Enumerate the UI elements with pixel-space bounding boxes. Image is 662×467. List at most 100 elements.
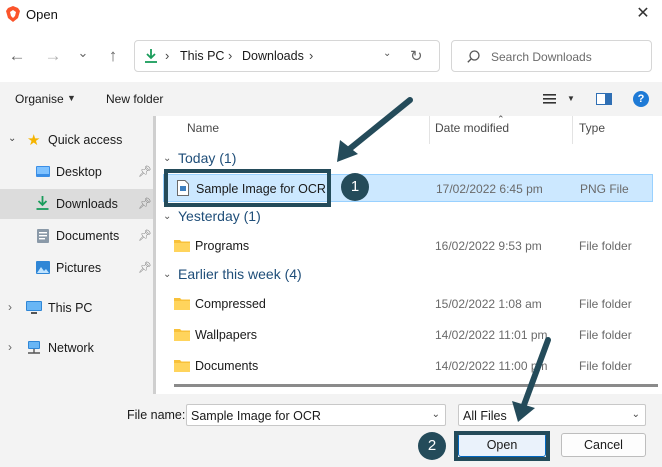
- recent-locations-chevron-icon[interactable]: ⌄: [72, 42, 94, 64]
- toolbar: Organise ▼ New folder ▼ ?: [0, 82, 662, 116]
- address-bar[interactable]: › This PC › Downloads › ⌄ ↻: [134, 40, 440, 72]
- forward-arrow-icon[interactable]: →: [42, 45, 64, 67]
- step-badge-1: 1: [341, 173, 369, 201]
- file-type: File folder: [579, 359, 632, 373]
- breadcrumb-this-pc[interactable]: This PC: [180, 49, 224, 63]
- preview-pane-icon[interactable]: [596, 93, 612, 105]
- search-placeholder: Search Downloads: [491, 50, 592, 64]
- file-name-label: File name:: [127, 408, 186, 422]
- column-divider[interactable]: [572, 116, 573, 144]
- breadcrumb-separator: ›: [228, 48, 233, 63]
- table-row[interactable]: Documents 14/02/2022 11:00 pm File folde…: [163, 352, 653, 380]
- chevron-down-icon[interactable]: ⌄: [163, 153, 171, 164]
- download-arrow-icon: [145, 49, 157, 63]
- organise-dropdown-icon[interactable]: ▼: [67, 93, 76, 103]
- file-date: 15/02/2022 1:08 am: [435, 297, 542, 311]
- sidebar-item-label: Quick access: [48, 133, 123, 147]
- search-icon: [467, 50, 480, 63]
- cancel-button[interactable]: Cancel: [561, 433, 646, 457]
- up-arrow-icon[interactable]: ↑: [102, 45, 124, 67]
- pin-icon[interactable]: 📌︎: [138, 197, 152, 210]
- table-row[interactable]: Compressed 15/02/2022 1:08 am File folde…: [163, 290, 653, 318]
- file-type-filter[interactable]: All Files ⌄: [458, 404, 646, 426]
- file-name: Compressed: [195, 297, 266, 311]
- chevron-down-icon[interactable]: ⌄: [163, 269, 171, 280]
- file-name-value: Sample Image for OCR: [191, 409, 321, 423]
- file-name: Documents: [195, 359, 259, 373]
- file-date: 16/02/2022 9:53 pm: [435, 239, 542, 253]
- folder-icon: [174, 240, 190, 252]
- chevron-down-icon[interactable]: ⌄: [632, 409, 640, 420]
- sidebar-item-documents[interactable]: Documents 📌︎: [0, 221, 153, 251]
- file-name: Wallpapers: [195, 328, 258, 342]
- horizontal-scrollbar[interactable]: [174, 384, 658, 387]
- file-type-filter-value: All Files: [463, 409, 507, 423]
- title-bar: Open ✕: [0, 0, 662, 30]
- sidebar-item-label: Network: [48, 341, 94, 355]
- group-header-today[interactable]: Today (1): [178, 150, 236, 166]
- star-icon: ★: [27, 132, 41, 149]
- sidebar-item-label: This PC: [48, 301, 93, 315]
- group-header-yesterday[interactable]: Yesterday (1): [178, 208, 261, 224]
- dialog-footer: File name: Sample Image for OCR ⌄ All Fi…: [0, 394, 662, 467]
- file-type: File folder: [579, 297, 632, 311]
- file-name: Programs: [195, 239, 250, 253]
- sidebar-item-pictures[interactable]: Pictures 📌︎: [0, 253, 153, 283]
- file-date: 14/02/2022 11:01 pm: [435, 328, 548, 342]
- help-icon[interactable]: ?: [633, 91, 649, 107]
- chevron-right-icon[interactable]: ›: [8, 300, 12, 314]
- sidebar-item-quick-access[interactable]: ⌄ ★ Quick access: [0, 125, 153, 155]
- sidebar-item-network[interactable]: › Network: [0, 333, 153, 363]
- sidebar-item-label: Desktop: [56, 165, 102, 179]
- window-title: Open: [26, 7, 58, 22]
- view-dropdown-icon[interactable]: ▼: [567, 94, 575, 103]
- highlight-box-selected-file: [164, 169, 331, 207]
- network-icon: [28, 341, 40, 354]
- breadcrumb-downloads[interactable]: Downloads: [242, 49, 304, 63]
- chevron-down-icon[interactable]: ⌄: [163, 211, 171, 222]
- chevron-right-icon[interactable]: ›: [8, 340, 12, 354]
- sidebar-scrollbar[interactable]: [153, 116, 156, 394]
- folder-icon: [174, 360, 190, 372]
- navigation-pane: ⌄ ★ Quick access Desktop 📌︎ Downloads 📌︎…: [0, 116, 153, 394]
- file-date: 17/02/2022 6:45 pm: [436, 182, 543, 196]
- view-options-icon[interactable]: [543, 94, 556, 104]
- sidebar-item-label: Documents: [56, 229, 120, 243]
- desktop-icon: [36, 166, 50, 177]
- file-type: PNG File: [580, 182, 629, 196]
- new-folder-button[interactable]: New folder: [106, 92, 163, 106]
- chevron-down-icon[interactable]: ⌄: [432, 409, 440, 420]
- sidebar-item-downloads[interactable]: Downloads 📌︎: [0, 189, 153, 219]
- back-arrow-icon[interactable]: ←: [6, 45, 28, 67]
- table-row[interactable]: Wallpapers 14/02/2022 11:01 pm File fold…: [163, 321, 653, 349]
- this-pc-icon: [26, 301, 42, 314]
- pin-icon[interactable]: 📌︎: [138, 165, 152, 178]
- column-divider[interactable]: [429, 116, 430, 144]
- breadcrumb-separator: ›: [165, 48, 170, 63]
- sidebar-item-this-pc[interactable]: › This PC: [0, 293, 153, 323]
- column-header-type[interactable]: Type: [579, 121, 605, 135]
- chevron-down-icon[interactable]: ⌄: [8, 133, 16, 144]
- highlight-box-open-button: [454, 431, 550, 461]
- pin-icon[interactable]: 📌︎: [138, 261, 152, 274]
- refresh-icon[interactable]: ↻: [410, 47, 423, 65]
- close-icon[interactable]: ✕: [632, 4, 654, 24]
- pictures-icon: [36, 261, 50, 274]
- breadcrumb-separator[interactable]: ›: [309, 48, 313, 63]
- sidebar-item-desktop[interactable]: Desktop 📌︎: [0, 157, 153, 187]
- pin-icon[interactable]: 📌︎: [138, 229, 152, 242]
- folder-icon: [174, 298, 190, 310]
- download-arrow-icon: [36, 196, 49, 210]
- column-header-name[interactable]: Name: [187, 121, 219, 135]
- table-row[interactable]: Programs 16/02/2022 9:53 pm File folder: [163, 232, 653, 260]
- organise-menu[interactable]: Organise: [15, 92, 64, 106]
- file-type: File folder: [579, 328, 632, 342]
- file-type: File folder: [579, 239, 632, 253]
- step-badge-2: 2: [418, 432, 446, 460]
- file-name-input[interactable]: Sample Image for OCR ⌄: [186, 404, 446, 426]
- group-header-earlier-this-week[interactable]: Earlier this week (4): [178, 266, 302, 282]
- column-header-date-modified[interactable]: Date modified: [435, 121, 509, 135]
- search-box[interactable]: Search Downloads: [451, 40, 652, 72]
- address-history-chevron-icon[interactable]: ⌄: [383, 48, 391, 59]
- sidebar-item-label: Downloads: [56, 197, 118, 211]
